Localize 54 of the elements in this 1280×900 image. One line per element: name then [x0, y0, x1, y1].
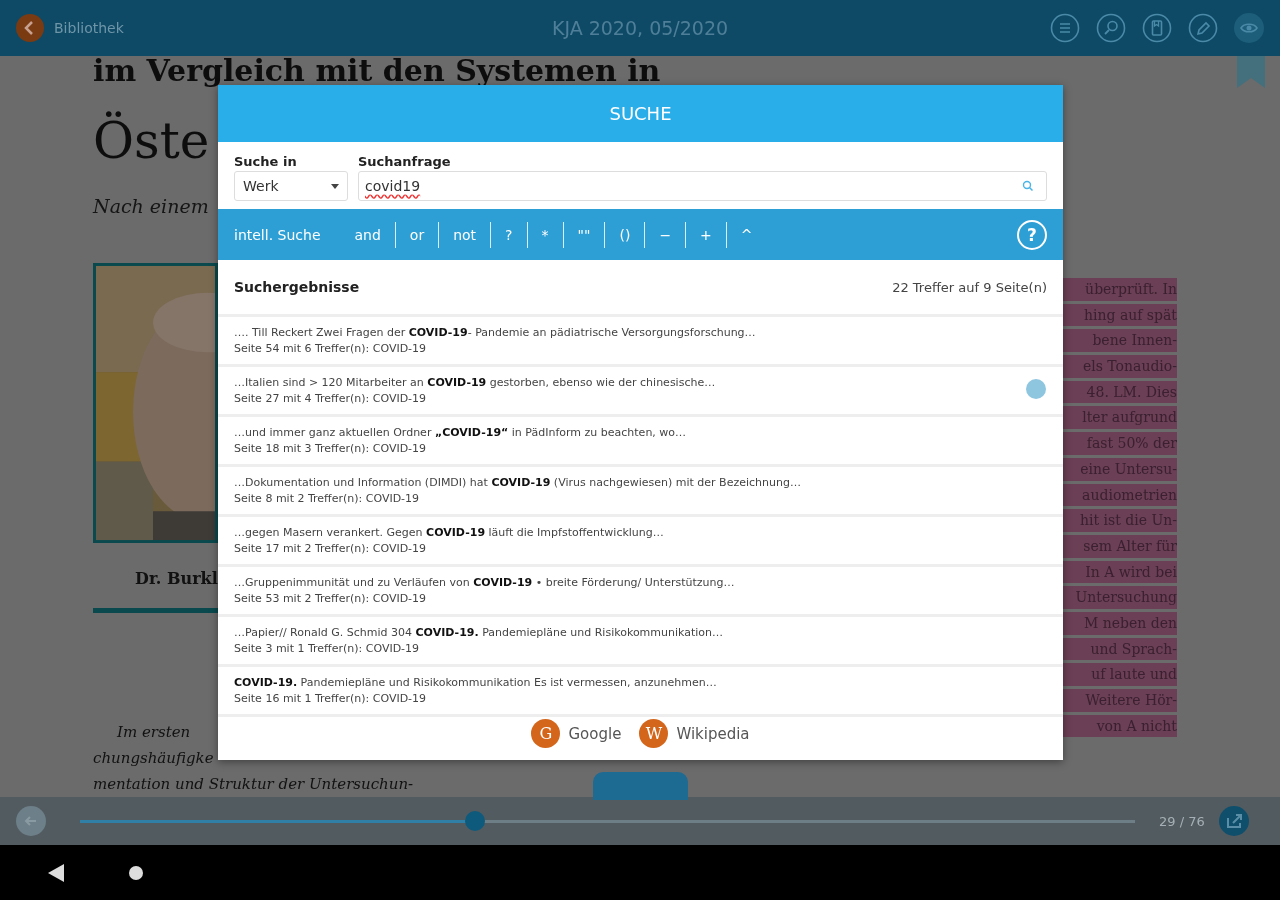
- share-icon[interactable]: [1218, 806, 1249, 836]
- caret-icon: [331, 183, 339, 189]
- web-search-link[interactable]: W Wikipedia: [639, 719, 750, 748]
- heading: im Vergleich mit den Systemen in: [93, 56, 661, 85]
- body-text: mentation und Struktur der Untersuchun-: [93, 774, 414, 795]
- search-result[interactable]: …und immer ganz aktuellen Ordner „COVID-19“ in PädInform zu beachten, wo… Seite 18 mit 3 Treffer(n): COVID-19: [218, 417, 1063, 467]
- search-result[interactable]: …Papier// Ronald G. Schmid 304 COVID-19. Pandemiepläne und Risikokommunikation… Seite 3 mit 1 Treffer(n): COVID-19: [218, 617, 1063, 667]
- operator-button[interactable]: ^: [726, 226, 767, 243]
- search-result[interactable]: COVID-19. Pandemiepläne und Risikokommunikation Es ist vermessen, anzunehmen… Seite 16 mit 1 Treffer(n): COVID-19: [218, 667, 1063, 717]
- back-triangle-icon[interactable]: [48, 863, 64, 882]
- heading: Öste: [93, 111, 210, 171]
- operator-button[interactable]: not: [439, 226, 491, 243]
- search-result[interactable]: …gegen Masern verankert. Gegen COVID-19 läuft die Impfstoffentwicklung… Seite 17 mit 2 Treffer(n): COVID-19: [218, 517, 1063, 567]
- search-result[interactable]: …Italien sind > 120 Mitarbeiter an COVID-19 gestorben, ebenso wie der chinesische… Seite 27 mit 4 Treffer(n): COVID-19: [218, 367, 1063, 417]
- eye-icon[interactable]: [1234, 13, 1264, 43]
- search-mode-button[interactable]: intell. Suche: [234, 226, 341, 243]
- bookmark-icon[interactable]: [1142, 13, 1172, 43]
- operator-button[interactable]: −: [645, 226, 686, 243]
- back-icon[interactable]: [16, 806, 46, 836]
- field-label: Suchanfrage: [358, 154, 452, 169]
- results-count: 22 Treffer auf 9 Seite(n): [892, 279, 1047, 295]
- operator-button[interactable]: and: [340, 226, 395, 243]
- field-label: Suche in: [234, 154, 298, 169]
- bookmark-ribbon-icon: [1237, 56, 1265, 88]
- back-label: Bibliothek: [54, 20, 124, 36]
- search-icon[interactable]: [1022, 180, 1034, 192]
- back-button[interactable]: Bibliothek: [16, 14, 124, 42]
- search-field[interactable]: covid19: [358, 171, 1047, 201]
- search-icon[interactable]: [1096, 13, 1126, 43]
- slider-thumb[interactable]: [464, 811, 485, 831]
- subtitle: Nach einem: [93, 195, 209, 217]
- help-button[interactable]: ?: [1017, 219, 1047, 250]
- scroll-thumb[interactable]: [1026, 379, 1046, 399]
- photo-caption: Dr. Burkl: [135, 569, 218, 589]
- list-icon[interactable]: [1050, 13, 1080, 43]
- operator-button[interactable]: *: [527, 226, 563, 243]
- results-heading: Suchergebnisse: [234, 279, 360, 295]
- document-title: KJA 2020, 05/2020: [551, 17, 729, 39]
- operator-button[interactable]: +: [686, 226, 726, 243]
- operator-button[interactable]: "": [563, 226, 605, 243]
- operator-button[interactable]: or: [395, 226, 439, 243]
- search-result[interactable]: …Gruppenimmunität und zu Verläufen von COVID-19 • breite Förderung/ Unterstützung… Seite 53 mit 2 Treffer(n): COVID-19: [218, 567, 1063, 617]
- body-text: Im ersten: [117, 722, 191, 743]
- home-circle-icon[interactable]: [128, 864, 144, 881]
- operator-button[interactable]: (): [605, 226, 645, 243]
- scope-dropdown[interactable]: Werk: [234, 171, 348, 201]
- operator-button[interactable]: ?: [491, 226, 527, 243]
- search-result[interactable]: …. Till Reckert Zwei Fragen der COVID-19- Pandemie an pädiatrische Versorgungsforschung… Seite 54 mit 6 Treffer(n): COVID-19: [218, 317, 1063, 367]
- dialog-title: SUCHE: [609, 103, 672, 124]
- body-text: chungshäufigke: [93, 748, 214, 769]
- pen-icon[interactable]: [1188, 13, 1218, 43]
- search-result[interactable]: …Dokumentation und Information (DIMDI) hat COVID-19 (Virus nachgewiesen) mit der Bezeichnung… Seite 8 mit 2 Treffer(n): COVID-19: [218, 467, 1063, 517]
- page-count: 29 / 76: [1159, 813, 1205, 829]
- web-search-link[interactable]: G Google: [531, 719, 622, 748]
